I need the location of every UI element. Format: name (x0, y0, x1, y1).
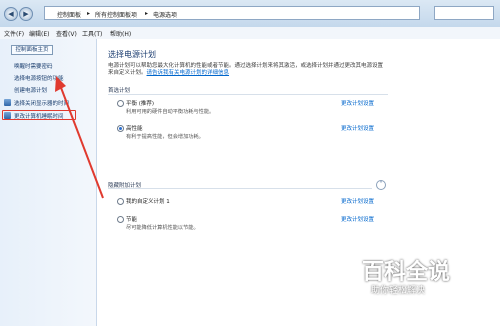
sidebar-item-wake-password[interactable]: 唤醒时需要密码 (14, 62, 53, 70)
plan-custom-name: 我的自定义计划 1 (126, 199, 170, 205)
breadcrumb-power-options[interactable]: 电源选项 (153, 10, 177, 19)
description-text: 来自定义计划。 (108, 70, 147, 76)
plan-power-saver-name: 节能 (126, 217, 138, 223)
menu-tools[interactable]: 工具(T) (82, 29, 102, 38)
forward-icon[interactable]: ▶ (19, 7, 33, 21)
menu-view[interactable]: 查看(V) (56, 29, 77, 38)
sidebar-item-create-plan[interactable]: 创建电源计划 (14, 86, 47, 94)
plan-high-performance-name: 高性能 (126, 126, 143, 132)
plan-balanced-desc: 利用可用的硬件自动平衡功耗与性能。 (126, 109, 215, 115)
menu-edit[interactable]: 编辑(E) (29, 29, 49, 38)
breadcrumb-separator: ▸ (87, 10, 91, 17)
watermark-tagline: 助你轻松解决 (371, 286, 426, 296)
monitor-icon (4, 99, 11, 106)
sidebar-item-display-off[interactable]: 选择关闭显示器的时间 (14, 99, 69, 107)
menu-file[interactable]: 文件(F) (4, 29, 24, 38)
sidebar-item-power-button[interactable]: 选择电源按钮的功能 (14, 74, 64, 82)
sidebar-home-link[interactable]: 控制面板主页 (11, 45, 53, 55)
plan-power-saver-settings-link[interactable]: 更改计划设置 (341, 215, 374, 223)
back-icon[interactable]: ◀ (4, 7, 18, 21)
breadcrumb-separator: ▸ (145, 10, 149, 17)
plan-high-performance-desc: 有利于提高性能，但会增加功耗。 (126, 134, 204, 140)
plan-custom-radio[interactable] (117, 198, 124, 205)
search-input[interactable] (434, 6, 494, 20)
chevron-up-icon[interactable]: ˄ (376, 180, 386, 190)
learn-more-link[interactable]: 请告诉我有关电源计划的详细信息 (147, 70, 230, 76)
plan-power-saver-radio[interactable] (117, 216, 124, 223)
plan-high-performance-radio[interactable] (117, 125, 124, 132)
plan-custom-settings-link[interactable]: 更改计划设置 (341, 197, 374, 205)
address-bar[interactable]: 控制面板 ▸ 所有控制面板项 ▸ 电源选项 (44, 6, 420, 20)
window-titlebar: ◀ ▶ 控制面板 ▸ 所有控制面板项 ▸ 电源选项 (0, 0, 500, 28)
sidebar-highlight-box (2, 110, 76, 120)
breadcrumb-control-panel[interactable]: 控制面板 (57, 10, 81, 19)
plan-balanced-settings-link[interactable]: 更改计划设置 (341, 99, 374, 107)
plan-balanced-name: 平衡 (推荐) (126, 101, 155, 107)
plan-balanced-radio[interactable] (117, 100, 124, 107)
divider (108, 94, 388, 95)
watermark-logo: 百科全说 (362, 260, 451, 285)
description-line-2: 来自定义计划。请告诉我有关电源计划的详细信息 (108, 70, 388, 77)
menu-help[interactable]: 帮助(H) (110, 29, 131, 38)
breadcrumb-all-items[interactable]: 所有控制面板项 (95, 10, 137, 19)
description-line-1: 电源计划可以帮助您最大化计算机的性能或者节能。通过选择计划来将其激活，或选择计划… (108, 63, 384, 69)
plan-power-saver-desc: 尽可能降低计算机性能以节能。 (126, 225, 199, 231)
page-title: 选择电源计划 (108, 50, 156, 59)
divider (108, 188, 372, 189)
sidebar: 控制面板主页 唤醒时需要密码 选择电源按钮的功能 创建电源计划 选择关闭显示器的… (0, 39, 97, 326)
preferred-plans-header: 首选计划 (108, 88, 131, 94)
plan-high-performance-settings-link[interactable]: 更改计划设置 (341, 124, 374, 132)
